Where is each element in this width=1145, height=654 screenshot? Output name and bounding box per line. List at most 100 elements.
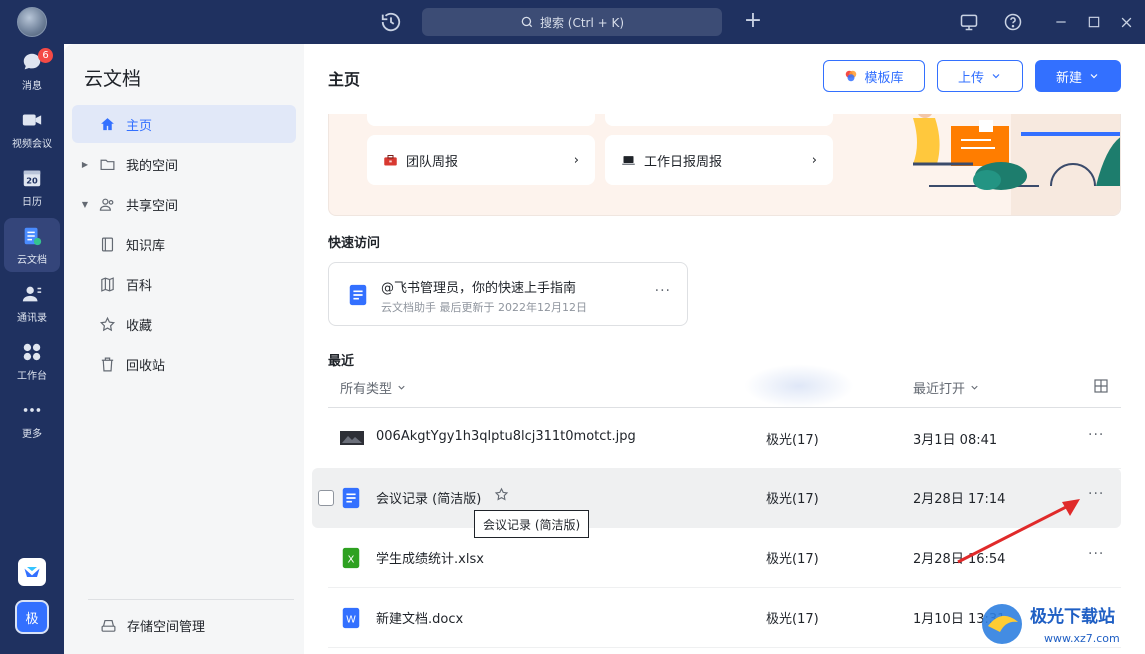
- upload-button[interactable]: 上传: [937, 60, 1023, 92]
- template-card-label: 团队周报: [406, 154, 459, 170]
- sidebar-item-trash[interactable]: 回收站: [72, 345, 296, 383]
- template-card-partial[interactable]: [367, 114, 595, 126]
- sidebar-item-favorites[interactable]: 收藏: [72, 305, 296, 343]
- briefcase-icon: [384, 154, 397, 165]
- sidebar-item-home[interactable]: 主页: [72, 105, 296, 143]
- collapse-icon[interactable]: ▼: [78, 200, 92, 209]
- type-filter-label: 所有类型: [340, 382, 393, 397]
- rail-label: 更多: [22, 428, 42, 440]
- template-card-partial[interactable]: [605, 114, 833, 126]
- chevron-right-icon: ›: [573, 152, 579, 168]
- rail-item-contacts[interactable]: 通讯录: [4, 276, 60, 330]
- template-library-button[interactable]: 模板库: [823, 60, 925, 92]
- help-icon[interactable]: [1002, 11, 1024, 33]
- rail-item-calendar[interactable]: 20 日历: [4, 160, 60, 214]
- file-name[interactable]: 新建文档.docx: [376, 608, 463, 627]
- contacts-icon: [22, 286, 42, 301]
- file-table-header: 所有类型 最近打开: [328, 374, 1121, 408]
- quick-card-title: @飞书管理员，你的快速上手指南: [381, 281, 577, 296]
- svg-text:20: 20: [26, 175, 38, 185]
- main-content: 主页 模板库 上传 新建 团队周报 › 工作日报周报 › 快速访问 @飞书管理员…: [304, 44, 1145, 654]
- chevron-down-icon: [992, 74, 1000, 79]
- more-options-icon[interactable]: ···: [655, 283, 671, 299]
- quick-card-subtitle: 云文档助手 最后更新于 2022年12月12日: [381, 301, 587, 314]
- user-avatar-button[interactable]: 极: [15, 600, 49, 634]
- minimize-icon[interactable]: [1050, 11, 1072, 33]
- rail-item-docs[interactable]: 云文档: [4, 218, 60, 272]
- app-shortcut-icon[interactable]: [18, 558, 46, 586]
- rail-item-messages[interactable]: 消息 6: [4, 44, 60, 98]
- star-icon: [98, 315, 116, 333]
- unread-badge: 6: [38, 48, 53, 63]
- sort-dropdown[interactable]: 最近打开: [913, 378, 980, 397]
- image-file-icon: [340, 431, 364, 445]
- screen-share-icon[interactable]: [958, 11, 980, 33]
- search-icon: [521, 16, 533, 28]
- file-name[interactable]: 学生成绩统计.xlsx: [376, 548, 484, 567]
- close-icon[interactable]: [1115, 11, 1137, 33]
- sidebar-item-wiki[interactable]: 知识库: [72, 225, 296, 263]
- star-icon[interactable]: [494, 487, 509, 506]
- new-label: 新建: [1055, 70, 1082, 86]
- file-name[interactable]: 会议记录 (简洁版): [376, 488, 481, 507]
- row-checkbox[interactable]: [318, 490, 334, 506]
- word-file-icon: W: [340, 606, 364, 630]
- doc-file-icon: [340, 486, 364, 510]
- encyclopedia-icon: [98, 275, 116, 293]
- file-row[interactable]: 006AkgtYgy1h3qlptu8lcj311t0motct.jpg 极光(…: [328, 409, 1121, 469]
- svg-text:X: X: [348, 555, 355, 566]
- quick-access-title: 快速访问: [328, 236, 381, 251]
- template-card-team-weekly[interactable]: 团队周报 ›: [367, 135, 595, 185]
- sidebar-divider: [88, 599, 294, 600]
- file-owner: 极光(17): [766, 433, 819, 448]
- excel-file-icon: X: [340, 546, 364, 570]
- rail-label: 云文档: [17, 254, 47, 266]
- rail-item-video[interactable]: 视频会议: [4, 102, 60, 156]
- shared-users-icon: [98, 195, 116, 213]
- calendar-icon: 20: [23, 170, 41, 186]
- grid-view-icon[interactable]: [1093, 378, 1109, 398]
- rail-item-more[interactable]: 更多: [4, 392, 60, 446]
- new-button[interactable]: 新建: [1035, 60, 1121, 92]
- file-time: 3月1日 08:41: [913, 433, 998, 448]
- more-dots-icon: [23, 407, 41, 412]
- history-icon[interactable]: [380, 11, 402, 33]
- search-placeholder: 搜索 (Ctrl + K): [539, 15, 625, 30]
- upload-label: 上传: [957, 70, 984, 86]
- expand-icon[interactable]: ▶: [78, 160, 92, 169]
- sort-label: 最近打开: [913, 382, 966, 397]
- plus-icon[interactable]: +: [742, 10, 764, 32]
- storage-management-button[interactable]: 存储空间管理: [100, 616, 205, 635]
- svg-text:www.xz7.com: www.xz7.com: [1044, 632, 1120, 645]
- file-owner: 极光(17): [766, 612, 819, 627]
- svg-text:极光下载站: 极光下载站: [1030, 606, 1115, 627]
- laptop-icon: [622, 155, 635, 165]
- rail-item-workplace[interactable]: 工作台: [4, 334, 60, 388]
- more-options-icon[interactable]: ···: [1088, 427, 1104, 443]
- rail-label: 消息: [22, 80, 42, 92]
- sidebar-item-label: 百科: [126, 278, 153, 294]
- file-name[interactable]: 006AkgtYgy1h3qlptu8lcj311t0motct.jpg: [376, 429, 636, 444]
- watermark-logo: 极光下载站 www.xz7.com: [974, 598, 1142, 650]
- template-card-daily-weekly[interactable]: 工作日报周报 ›: [605, 135, 833, 185]
- sidebar-item-shared-space[interactable]: ▼ 共享空间: [72, 185, 296, 223]
- maximize-icon[interactable]: [1083, 11, 1105, 33]
- quick-access-card[interactable]: @飞书管理员，你的快速上手指南 云文档助手 最后更新于 2022年12月12日 …: [328, 262, 688, 326]
- sidebar-title: 云文档: [84, 68, 142, 90]
- type-filter-dropdown[interactable]: 所有类型: [340, 378, 407, 397]
- title-bar: 搜索 (Ctrl + K) +: [0, 0, 1145, 44]
- sidebar-item-my-space[interactable]: ▶ 我的空间: [72, 145, 296, 183]
- file-owner: 极光(17): [766, 492, 819, 507]
- sidebar-item-encyclopedia[interactable]: 百科: [72, 265, 296, 303]
- rail-label: 视频会议: [12, 138, 52, 150]
- template-icon: [846, 70, 857, 82]
- recent-title: 最近: [328, 354, 355, 369]
- knowledge-base-icon: [98, 235, 116, 253]
- home-icon: [98, 115, 116, 133]
- folder-icon: [98, 155, 116, 173]
- rail-label: 日历: [22, 196, 42, 208]
- page-title: 主页: [328, 70, 361, 89]
- search-input[interactable]: 搜索 (Ctrl + K): [422, 8, 722, 36]
- user-avatar[interactable]: [17, 7, 47, 37]
- chevron-down-icon: [398, 385, 405, 390]
